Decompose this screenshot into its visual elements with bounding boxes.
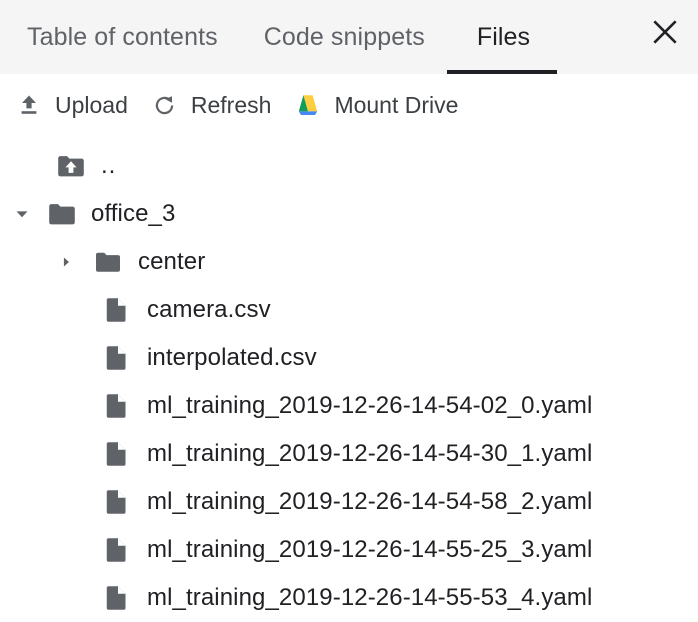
files-toolbar: Upload Refresh Mount Drive xyxy=(0,74,698,136)
refresh-icon xyxy=(150,90,180,120)
tree-row-label: ml_training_2019-12-26-14-55-25_3.yaml xyxy=(147,536,593,563)
google-drive-icon xyxy=(293,90,323,120)
tree-row-file[interactable]: ml_training_2019-12-26-14-55-25_3.yaml xyxy=(0,526,698,574)
tab-label: Table of contents xyxy=(27,22,218,51)
tree-row-file[interactable]: ml_training_2019-12-26-14-54-30_1.yaml xyxy=(0,430,698,478)
tree-row-parent[interactable]: .. xyxy=(0,142,698,190)
tab-code-snippets[interactable]: Code snippets xyxy=(242,0,447,74)
refresh-label: Refresh xyxy=(190,91,272,118)
close-panel-button[interactable] xyxy=(644,11,686,53)
tree-row-file[interactable]: camera.csv xyxy=(0,286,698,334)
mount-drive-button[interactable]: Mount Drive xyxy=(293,83,458,127)
active-tab-underline xyxy=(446,70,558,74)
chevron-down-icon[interactable] xyxy=(11,203,33,225)
tab-bar: Table of contents Code snippets Files xyxy=(0,0,698,74)
tree-row-label: interpolated.csv xyxy=(147,344,317,371)
folder-icon xyxy=(46,198,78,230)
chevron-right-icon[interactable] xyxy=(55,251,77,273)
tree-row-file[interactable]: interpolated.csv xyxy=(0,334,698,382)
file-icon xyxy=(100,294,132,326)
tree-row-file[interactable]: ml_training_2019-12-26-14-54-58_2.yaml xyxy=(0,478,698,526)
file-icon xyxy=(100,486,132,518)
tab-files[interactable]: Files xyxy=(446,0,558,74)
tree-row-file[interactable]: ml_training_2019-12-26-14-54-02_0.yaml xyxy=(0,382,698,430)
tree-row-center[interactable]: center xyxy=(0,238,698,286)
tab-label: Files xyxy=(476,22,531,51)
tree-row-label: camera.csv xyxy=(147,296,271,323)
file-icon xyxy=(100,390,132,422)
refresh-button[interactable]: Refresh xyxy=(150,83,272,127)
tree-row-label: center xyxy=(138,248,206,275)
tab-label: Code snippets xyxy=(263,22,425,51)
file-icon xyxy=(100,582,132,614)
tree-row-label: .. xyxy=(101,152,117,179)
folder-icon xyxy=(92,246,124,278)
tree-row-label: ml_training_2019-12-26-14-54-58_2.yaml xyxy=(147,488,593,515)
upload-label: Upload xyxy=(55,91,128,118)
file-tree: .. office_3 center camera.csv interpolat… xyxy=(0,136,698,622)
folder-up-icon xyxy=(55,150,87,182)
close-icon xyxy=(650,17,680,47)
tree-row-label: ml_training_2019-12-26-14-54-02_0.yaml xyxy=(147,392,593,419)
tree-row-label: office_3 xyxy=(91,200,176,227)
tree-row-office_3[interactable]: office_3 xyxy=(0,190,698,238)
tab-table-of-contents[interactable]: Table of contents xyxy=(0,0,242,74)
upload-button[interactable]: Upload xyxy=(14,83,128,127)
upload-icon xyxy=(14,90,44,120)
file-icon xyxy=(100,438,132,470)
tree-row-file[interactable]: ml_training_2019-12-26-14-55-53_4.yaml xyxy=(0,574,698,622)
file-icon xyxy=(100,534,132,566)
tree-row-label: ml_training_2019-12-26-14-55-53_4.yaml xyxy=(147,584,593,611)
mount-drive-label: Mount Drive xyxy=(334,91,459,118)
file-icon xyxy=(100,342,132,374)
tree-row-label: ml_training_2019-12-26-14-54-30_1.yaml xyxy=(147,440,593,467)
